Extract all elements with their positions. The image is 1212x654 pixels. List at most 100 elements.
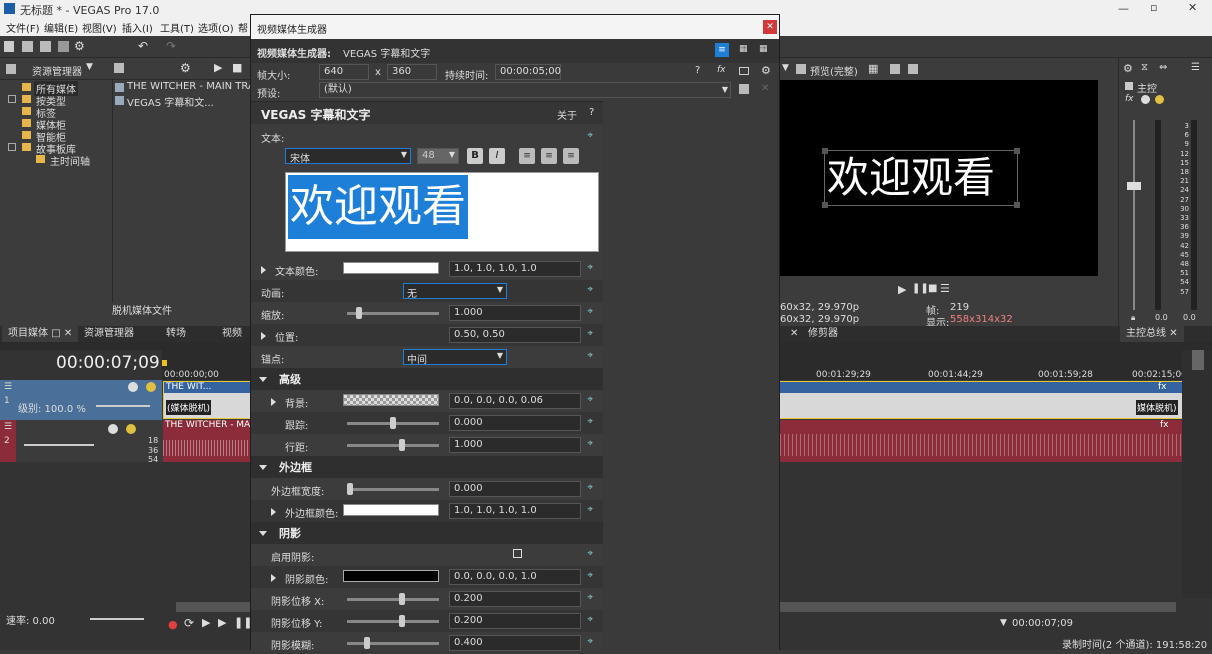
keyframe-icon[interactable]: ⌖	[587, 504, 593, 515]
line-spacing-value[interactable]: 1.000	[449, 437, 581, 453]
text-bounding-box[interactable]: 欢迎观看	[822, 148, 1020, 208]
frame-width-input[interactable]: 640	[319, 64, 369, 80]
delete-preset-icon[interactable]: ✕	[761, 83, 769, 94]
menu-file[interactable]: 文件(F)	[6, 20, 40, 35]
mute-icon[interactable]	[128, 382, 138, 392]
mute-icon[interactable]	[1141, 95, 1150, 104]
keyframe-icon[interactable]: ⌖	[587, 328, 593, 339]
track-menu-icon[interactable]: ☰	[4, 422, 12, 432]
line-spacing-slider[interactable]	[347, 439, 439, 451]
redo-icon[interactable]: ↷	[166, 39, 176, 53]
outline-section[interactable]: 外边框	[251, 456, 603, 478]
text-color-swatch[interactable]	[343, 262, 439, 274]
explorer-title[interactable]: 资源管理器	[32, 63, 82, 78]
outline-color-value[interactable]: 1.0, 1.0, 1.0, 1.0	[449, 503, 581, 519]
play-icon[interactable]: ▶	[898, 283, 906, 296]
scale-value[interactable]: 1.000	[449, 305, 581, 321]
tab-explorer[interactable]: 资源管理器	[78, 326, 140, 342]
font-select[interactable]: 宋体 ▼	[285, 148, 411, 165]
scroll-thumb[interactable]	[1192, 350, 1204, 370]
grid-view-icon[interactable]: ▦	[739, 44, 748, 54]
copy-icon[interactable]	[908, 64, 918, 74]
keyframe-icon[interactable]: ⌖	[587, 394, 593, 405]
maximize-icon[interactable]: ▫	[1150, 1, 1157, 14]
keyframe-icon[interactable]: ⌖	[587, 306, 593, 317]
close-button[interactable]: ✕	[763, 20, 777, 34]
shadow-y-slider[interactable]	[347, 615, 439, 627]
fx-icon[interactable]: fx	[1160, 420, 1169, 430]
help-icon[interactable]: ?	[589, 107, 594, 118]
fx-icon[interactable]: fx	[717, 65, 726, 75]
about-link[interactable]: 关于	[557, 107, 577, 122]
keyframe-icon[interactable]: ⌖	[587, 262, 593, 273]
expand-icon[interactable]	[271, 396, 282, 409]
menu-view[interactable]: 视图(V)	[82, 20, 117, 35]
handle[interactable]	[1014, 148, 1020, 154]
keyframe-icon[interactable]: ⌖	[587, 284, 593, 295]
tracking-value[interactable]: 0.000	[449, 415, 581, 431]
text-color-value[interactable]: 1.0, 1.0, 1.0, 1.0	[449, 261, 581, 277]
menu-icon[interactable]: ☰	[1191, 62, 1200, 73]
video-clip-left[interactable]: THE WIT... (媒体脱机)	[163, 381, 251, 419]
shadow-enable-checkbox[interactable]	[513, 549, 522, 558]
loop-icon[interactable]: ⟳	[184, 616, 194, 630]
expand-icon[interactable]	[8, 143, 16, 151]
preset-select[interactable]: (默认) ▼	[319, 82, 731, 98]
level-slider[interactable]	[96, 405, 150, 407]
slider-knob[interactable]	[364, 637, 371, 649]
save-preset-icon[interactable]	[739, 84, 749, 94]
keyframe-icon[interactable]: ⌖	[587, 438, 593, 449]
expand-icon[interactable]	[261, 264, 272, 277]
large-view-icon[interactable]: ▦	[759, 44, 768, 54]
expand-icon[interactable]	[8, 95, 16, 103]
timeline-scrollbar-v[interactable]	[1182, 350, 1212, 598]
shadow-blur-value[interactable]: 0.400	[449, 635, 581, 651]
font-size-select[interactable]: 48 ▼	[417, 148, 459, 164]
shadow-color-value[interactable]: 0.0, 0.0, 0.0, 1.0	[449, 569, 581, 585]
background-value[interactable]: 0.0, 0.0, 0.0, 0.06	[449, 393, 581, 409]
shadow-blur-slider[interactable]	[347, 637, 439, 649]
keyframe-icon[interactable]: ⌖	[587, 592, 593, 603]
keyframe-icon[interactable]: ⌖	[587, 570, 593, 581]
keyframe-icon[interactable]: ⌖	[587, 130, 593, 141]
solo-icon[interactable]	[146, 382, 156, 392]
tab-master-bus[interactable]: 主控总线 ✕	[1120, 326, 1184, 342]
slider-knob[interactable]	[398, 615, 405, 627]
tab-transitions[interactable]: 转场	[160, 326, 192, 342]
scale-slider[interactable]	[347, 307, 439, 319]
duration-input[interactable]: 00:00:05;00	[495, 64, 561, 80]
menu-insert[interactable]: 插入(I)	[122, 20, 153, 35]
render-icon[interactable]	[58, 41, 69, 52]
slider-knob[interactable]	[347, 483, 353, 495]
expand-icon[interactable]	[271, 572, 282, 585]
handle[interactable]	[1014, 202, 1020, 208]
video-clip-right[interactable]: fx 媒体脱机)	[780, 381, 1182, 419]
pin-icon[interactable]: □	[51, 328, 60, 339]
menu-icon[interactable]: ☰	[940, 282, 950, 295]
stop-icon[interactable]: ■	[232, 61, 242, 74]
italic-button[interactable]: I	[489, 148, 505, 164]
shadow-color-swatch[interactable]	[343, 570, 439, 582]
preview-quality[interactable]: 预览(完整)	[810, 63, 858, 78]
record-icon[interactable]: ●	[168, 618, 178, 631]
shadow-section[interactable]: 阴影	[251, 522, 603, 544]
solo-icon[interactable]	[126, 424, 136, 434]
menu-tools[interactable]: 工具(T)	[160, 20, 194, 35]
close-icon[interactable]: ✕	[64, 328, 72, 339]
close-icon[interactable]: ✕	[1188, 1, 1197, 14]
help-icon[interactable]: ?	[695, 65, 700, 76]
frame-height-input[interactable]: 360	[387, 64, 437, 80]
tab-project-media[interactable]: 项目媒体 □ ✕	[2, 326, 79, 342]
chevron-down-icon[interactable]: ▼	[782, 63, 789, 73]
gear-icon[interactable]: ⚙	[761, 64, 771, 77]
settings-icon[interactable]: ⚙	[74, 39, 85, 53]
slider-knob[interactable]	[398, 593, 405, 605]
mute-icon[interactable]	[108, 424, 118, 434]
meter-icon[interactable]: ⧖	[1141, 62, 1148, 73]
open-icon[interactable]	[22, 41, 33, 52]
align-right-button[interactable]: ≡	[563, 148, 579, 164]
keyframe-icon[interactable]: ⌖	[587, 482, 593, 493]
gear-icon[interactable]: ⚙	[180, 61, 191, 75]
anchor-select[interactable]: 中间 ▼	[403, 349, 507, 366]
menu-help[interactable]: 帮	[238, 20, 248, 35]
